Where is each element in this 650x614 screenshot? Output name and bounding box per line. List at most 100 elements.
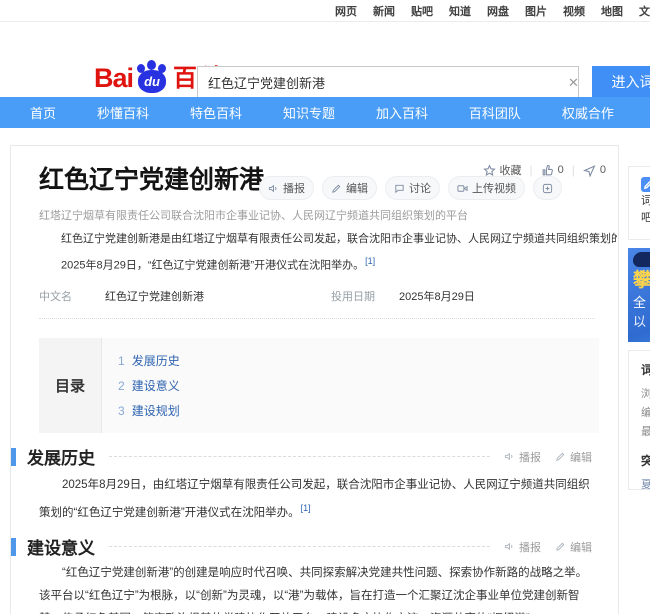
baike-main-nav: 首页 秒懂百科 特色百科 知识专题 加入百科 百科团队 权威合作 (0, 97, 650, 128)
info-value-launch-date: 2025年8月29日 (399, 288, 595, 304)
video-camera-icon (457, 183, 468, 194)
toc-label: 建设意义 (132, 379, 180, 393)
topnav-zhidao[interactable]: 知道 (449, 3, 471, 19)
basic-info-table: 中文名 红色辽宁党建创新港 投用日期 2025年8月29日 (39, 288, 595, 319)
chat-icon (394, 183, 405, 194)
clear-search-icon[interactable]: ✕ (568, 75, 579, 91)
speaker-icon (268, 183, 279, 194)
like-count: 0 (558, 164, 564, 176)
topnav-tieba[interactable]: 贴吧 (411, 3, 433, 19)
speaker-icon (504, 541, 515, 552)
upload-label: 上传视频 (472, 180, 516, 196)
title-buttons: 播报 编辑 讨论 上传视频 (259, 176, 562, 200)
nav-home[interactable]: 首页 (30, 103, 56, 122)
share-count: 0 (600, 164, 606, 176)
header: Bai du 百科 ✕ 进入词条 (0, 22, 650, 96)
broadcast-button[interactable]: 播报 (259, 176, 314, 200)
nav-join[interactable]: 加入百科 (376, 103, 428, 122)
broadcast-label: 播报 (283, 180, 305, 196)
info-value-chinese-name: 红色辽宁党建创新港 (105, 288, 331, 304)
thumb-up-icon (541, 164, 554, 177)
toc-item-planning[interactable]: 3 建设规划 (118, 402, 599, 419)
section-text: “红色辽宁党建创新港”的创建是响应时代召唤、共同探索解决党建共性问题、探索协作新… (39, 567, 587, 614)
speaker-icon (504, 451, 515, 462)
promo-banner[interactable]: 攀 全 以 (628, 248, 650, 342)
toc-item-significance[interactable]: 2建设意义 (118, 377, 599, 394)
info-label-chinese-name: 中文名 (39, 288, 105, 304)
divider (109, 546, 490, 547)
topnav-wenku[interactable]: 文库 (639, 3, 650, 19)
topnav-web[interactable]: 网页 (335, 3, 357, 19)
broadcast-label: 播报 (519, 539, 541, 555)
baidu-paw-icon: du (134, 60, 170, 94)
stats-title: 词条统计 (641, 361, 650, 378)
page-title: 红色辽宁党建创新港 (39, 160, 264, 196)
top-utility-nav: 网页 新闻 贴吧 知道 网盘 图片 视频 地图 文库 (0, 0, 650, 22)
topnav-pan[interactable]: 网盘 (487, 3, 509, 19)
star-icon (483, 164, 496, 177)
banner-text: 攀 (633, 265, 650, 292)
stats-edits: 编辑次数： (641, 404, 650, 423)
enter-entry-button[interactable]: 进入词条 (592, 66, 650, 99)
stats-updated: 最近更新： (641, 423, 650, 442)
stats-views: 浏览次数： (641, 385, 650, 404)
nav-team[interactable]: 百科团队 (469, 103, 521, 122)
nav-tese[interactable]: 特色百科 (190, 103, 242, 122)
add-button[interactable] (533, 176, 562, 200)
logo-text-bai: Bai (94, 63, 133, 94)
toc-label: 建设规划 (132, 404, 180, 418)
summary-text: 2025年8月29日，“红色辽宁党建创新港”开港仪式在沈阳举办。 (61, 260, 364, 272)
like-button[interactable]: 0 (541, 164, 564, 177)
search-input[interactable] (197, 66, 579, 99)
entry-statistics-box: 词条统计 浏览次数： 编辑次数： 最近更新： 突出贡献榜 夏莫 (628, 350, 650, 490)
section-paragraph: 2025年8月29日，由红塔辽宁烟草有限责任公司发起，联合沈阳市企事业记协、人民… (39, 474, 597, 525)
topnav-images[interactable]: 图片 (525, 3, 547, 19)
section-text: 2025年8月29日，由红塔辽宁烟草有限责任公司发起，联合沈阳市企事业记协、人民… (39, 479, 590, 519)
section-bar (11, 538, 16, 556)
share-icon (583, 164, 596, 177)
section-broadcast-button[interactable]: 播报 (504, 539, 541, 555)
edit-pencil-icon (641, 177, 650, 192)
share-button[interactable]: 0 (583, 164, 606, 177)
toc-list: 1 发展历史 2建设意义 3 建设规划 (101, 338, 599, 433)
nav-miaodong[interactable]: 秒懂百科 (97, 103, 149, 122)
edit-label: 编辑 (570, 449, 592, 465)
toc-title: 目录 (39, 338, 101, 433)
banner-text: 全 (633, 292, 646, 311)
section-header-significance: 建设意义 播报 编辑 (11, 534, 618, 559)
table-of-contents: 目录 1 发展历史 2建设意义 3 建设规划 (39, 338, 599, 433)
section-broadcast-button[interactable]: 播报 (504, 449, 541, 465)
edit-prompt-line: 吧! (641, 210, 650, 227)
divider: | (572, 163, 575, 177)
broadcast-label: 播报 (519, 449, 541, 465)
pencil-icon (331, 183, 342, 194)
section-edit-button[interactable]: 编辑 (555, 539, 592, 555)
banner-text: 以 (633, 311, 646, 330)
section-edit-button[interactable]: 编辑 (555, 449, 592, 465)
edit-prompt-line: 词条 (641, 193, 650, 210)
edit-button[interactable]: 编辑 (322, 176, 377, 200)
pencil-icon (555, 541, 566, 552)
upload-video-button[interactable]: 上传视频 (448, 176, 525, 200)
topnav-video[interactable]: 视频 (563, 3, 585, 19)
plus-icon (542, 183, 553, 194)
topnav-map[interactable]: 地图 (601, 3, 623, 19)
toc-number: 3 (118, 404, 125, 418)
reference-link[interactable]: [1] (301, 503, 311, 513)
nav-zhuanti[interactable]: 知识专题 (283, 103, 335, 122)
discuss-button[interactable]: 讨论 (385, 176, 440, 200)
info-label-launch-date: 投用日期 (331, 288, 399, 304)
toc-number: 1 (118, 354, 125, 368)
discuss-label: 讨论 (409, 180, 431, 196)
entry-edit-prompt-box[interactable]: 词条 吧! (628, 166, 650, 240)
toc-item-history[interactable]: 1 发展历史 (118, 352, 599, 369)
article-card: 收藏 | 0 | 0 红色辽宁党建创新港 播报 编辑 讨论 上传视频 (10, 145, 619, 614)
contributor-username[interactable]: 夏莫 (641, 476, 650, 492)
section-heading: 建设意义 (27, 534, 95, 559)
toc-label: 发展历史 (132, 354, 180, 368)
summary-paragraph: 2025年8月29日，“红色辽宁党建创新港”开港仪式在沈阳举办。[1] (39, 256, 617, 273)
topnav-news[interactable]: 新闻 (373, 3, 395, 19)
summary-paragraph: 红色辽宁党建创新港是由红塔辽宁烟草有限责任公司发起，联合沈阳市企事业记协、人民网… (39, 230, 617, 246)
reference-link[interactable]: [1] (365, 256, 375, 266)
nav-quanwei[interactable]: 权威合作 (562, 103, 614, 122)
